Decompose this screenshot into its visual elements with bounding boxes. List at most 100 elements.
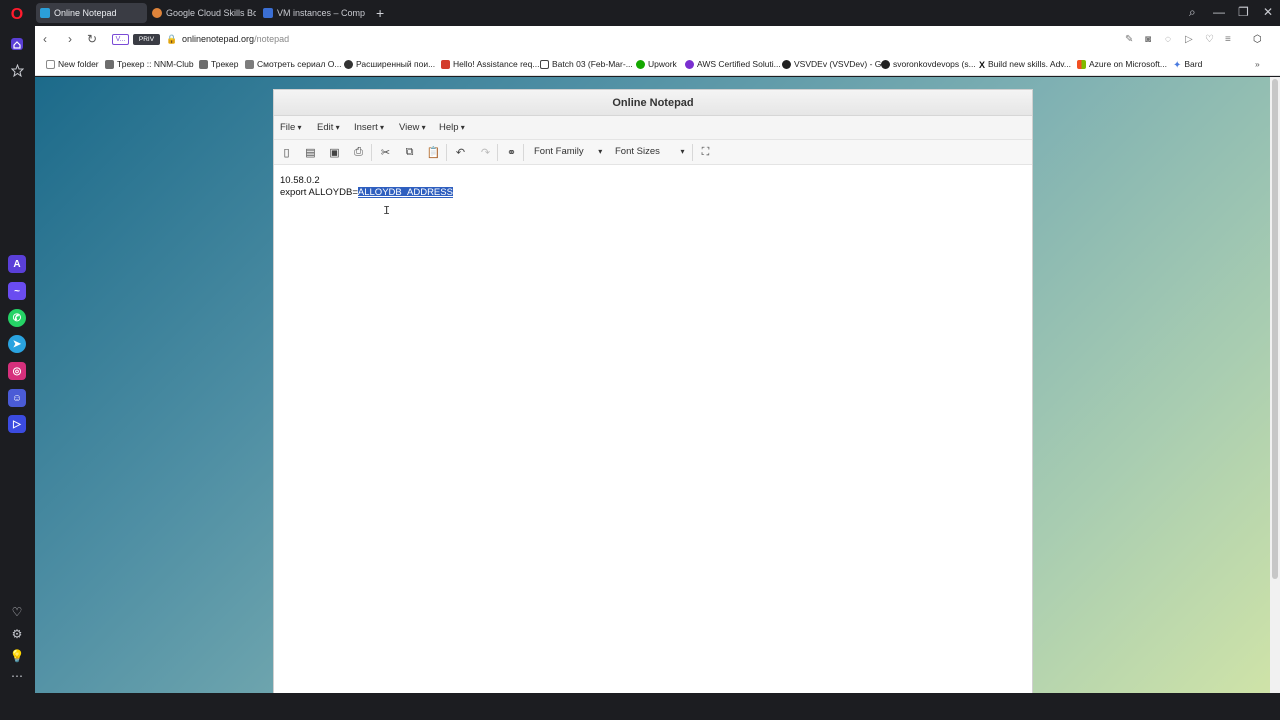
fullscreen-icon[interactable]: ⛶	[699, 146, 712, 159]
messenger-icon[interactable]: ~	[8, 282, 26, 300]
forward-icon[interactable]: ›	[68, 32, 72, 46]
menu-edit[interactable]: Edit	[317, 122, 340, 133]
bookmark-item[interactable]: Расширенный пои...	[344, 59, 435, 69]
menu-file[interactable]: File	[280, 122, 302, 133]
bookmark-label: AWS Certified Soluti...	[697, 59, 781, 69]
bookmark-item[interactable]: AWS Certified Soluti...	[685, 59, 781, 69]
tab-label: Google Cloud Skills Boost	[166, 8, 256, 18]
adblock-shield-icon[interactable]: ◌	[1165, 34, 1171, 45]
aria-icon[interactable]: A	[8, 255, 26, 273]
vpn-badge[interactable]: V...	[112, 34, 129, 45]
bookmark-label: VSVDEv (VSVDev) - G...	[794, 59, 889, 69]
font-sizes-label: Font Sizes	[615, 146, 660, 157]
print-icon[interactable]: ⎙	[352, 146, 365, 159]
github-favicon-icon	[881, 59, 890, 69]
back-icon[interactable]: ‹	[43, 32, 47, 46]
bookmark-item[interactable]: Batch 03 (Feb-Mar-...	[540, 59, 633, 69]
bookmark-item[interactable]: X Build new skills. Adv...	[979, 59, 1071, 70]
discord-icon[interactable]: ☺	[8, 389, 26, 407]
bookmark-item[interactable]: svoronkovdevops (s...	[881, 59, 976, 69]
telegram-icon[interactable]: ➤	[8, 335, 26, 353]
bookmark-item[interactable]: ✦ Bard	[1173, 59, 1203, 71]
extensions-cube-icon[interactable]: ⬡	[1253, 34, 1262, 45]
bookmark-item[interactable]: Hello! Assistance req...	[441, 59, 539, 69]
menu-insert[interactable]: Insert	[354, 122, 384, 133]
bookmark-heart-icon[interactable]: ♡	[1205, 34, 1214, 45]
notepad-editor[interactable]: 10.58.0.2 export ALLOYDB=ALLOYDB_ADDRESS…	[274, 165, 1032, 217]
player-icon[interactable]: ▷	[8, 415, 26, 433]
bookmark-item[interactable]: Upwork	[636, 59, 677, 69]
pinboard-icon[interactable]	[8, 61, 26, 79]
bookmark-item[interactable]: Трекер :: NNM-Club	[105, 59, 194, 69]
chevron-down-icon: ▾	[598, 147, 603, 156]
reload-icon[interactable]: ↻	[87, 32, 97, 46]
bookmark-label: Трекер :: NNM-Club	[117, 59, 194, 69]
toolbar-divider	[692, 144, 693, 161]
font-family-select[interactable]: Font Family ▾	[534, 146, 602, 157]
search-tabs-icon[interactable]: ⌕	[1189, 5, 1196, 20]
lock-icon[interactable]: 🔒	[166, 34, 177, 45]
snapshot-camera-icon[interactable]: ◙	[1145, 34, 1151, 45]
instagram-icon[interactable]: ◎	[8, 362, 26, 380]
scrollbar-thumb[interactable]	[1272, 79, 1278, 579]
paste-icon[interactable]: 📋	[427, 146, 441, 159]
tab-label: VM instances – Compute	[277, 8, 365, 18]
home-icon[interactable]	[8, 35, 26, 53]
cut-icon[interactable]: ✂	[379, 146, 392, 159]
tab-cloud-skills-boost[interactable]: Google Cloud Skills Boost	[148, 3, 256, 23]
toolbar-divider	[523, 144, 524, 161]
edit-page-icon[interactable]: ✎	[1125, 34, 1133, 45]
notepad-menubar: File Edit Insert View Help	[274, 116, 1032, 140]
copy-icon[interactable]: ⧉	[403, 146, 416, 159]
tab-vm-instances[interactable]: VM instances – Compute	[259, 3, 365, 23]
bookmarks-overflow-icon[interactable]: »	[1255, 59, 1260, 69]
restore-icon[interactable]: ❐	[1238, 5, 1249, 19]
font-sizes-select[interactable]: Font Sizes ▾	[615, 146, 685, 157]
flow-send-icon[interactable]: ▷	[1185, 34, 1193, 45]
font-family-label: Font Family	[534, 146, 584, 157]
new-file-icon[interactable]: ▯	[280, 146, 293, 159]
menu-help[interactable]: Help	[439, 122, 465, 133]
redo-icon[interactable]: ↷	[479, 146, 492, 159]
bookmark-item[interactable]: Смотреть сериал О...	[245, 59, 341, 69]
close-window-icon[interactable]: ✕	[1263, 5, 1273, 19]
easy-setup-menu-icon[interactable]: ≡	[1225, 34, 1231, 45]
cloud-favicon-icon	[152, 8, 162, 18]
more-dots-icon[interactable]: ⋯	[8, 667, 26, 685]
bookmark-item[interactable]: VSVDEv (VSVDev) - G...	[782, 59, 888, 69]
bookmark-item[interactable]: Трекер	[199, 59, 238, 69]
bottom-strip	[35, 693, 1280, 720]
new-tab-plus-icon[interactable]: +	[376, 5, 384, 21]
find-binoculars-icon[interactable]: ⚭	[505, 146, 518, 159]
nnm-favicon-icon	[199, 59, 208, 69]
page-content: Online Notepad File Edit Insert View Hel…	[35, 77, 1270, 693]
whatsapp-icon[interactable]: ✆	[8, 309, 26, 327]
mail-favicon-icon	[441, 59, 450, 69]
bookmark-label: Azure on Microsoft...	[1089, 59, 1167, 69]
bookmark-label: Bard	[1184, 59, 1203, 69]
bookmark-label: Смотреть сериал О...	[257, 59, 342, 69]
menu-view[interactable]: View	[399, 122, 426, 133]
page-scrollbar[interactable]	[1270, 77, 1280, 693]
open-file-icon[interactable]: ▤	[304, 146, 317, 159]
bookmark-label: Трекер	[211, 59, 239, 69]
url-field[interactable]: onlinenotepad.org/notepad	[182, 34, 289, 44]
nnm-favicon-icon	[105, 59, 114, 69]
settings-gear-icon[interactable]: ⚙	[8, 625, 26, 643]
bookmark-item[interactable]: Azure on Microsoft...	[1077, 59, 1167, 69]
save-icon[interactable]: ▣	[328, 146, 341, 159]
bookmark-label: Upwork	[648, 59, 677, 69]
notepad-toolbar: ▯ ▤ ▣ ⎙ ✂ ⧉ 📋 ↶ ↷ ⚭ Font Family ▾ Font S…	[274, 140, 1032, 165]
tips-bulb-icon[interactable]: 💡	[8, 647, 26, 665]
editor-line: 10.58.0.2	[280, 175, 320, 186]
bookmark-item[interactable]: New folder	[46, 59, 99, 69]
series-favicon-icon	[245, 59, 254, 69]
compute-favicon-icon	[263, 8, 273, 18]
opera-logo-icon[interactable]: O	[8, 6, 26, 24]
tab-online-notepad[interactable]: Online Notepad	[36, 3, 147, 23]
address-bar-row: ‹ › ↻ V... PRIV 🔒 onlinenotepad.org/note…	[35, 26, 1280, 54]
favorites-icon[interactable]: ♡	[8, 603, 26, 621]
minimize-icon[interactable]: —	[1213, 5, 1225, 19]
browser-sidebar: O A ~ ✆ ➤ ◎ ☺ ▷ ♡ ⚙ 💡 ⋯	[0, 0, 35, 720]
undo-icon[interactable]: ↶	[454, 146, 467, 159]
